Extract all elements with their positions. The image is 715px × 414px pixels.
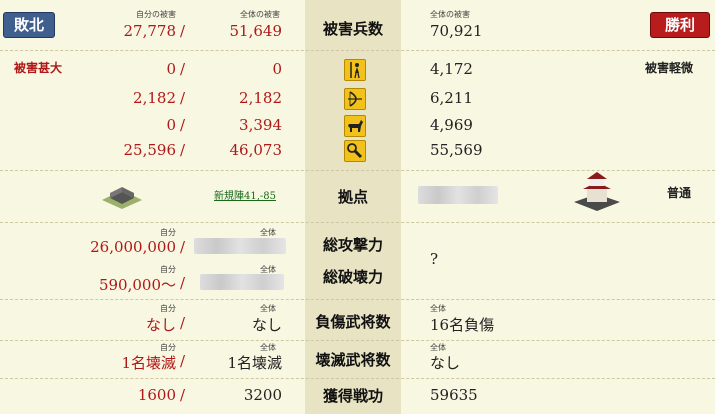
own-damage-value: 27,778 [123, 22, 177, 40]
total-tag: 全体 [260, 304, 276, 313]
enemy-damage-caption: 全体の被害 [430, 10, 470, 19]
enemy-loss: 55,569 [430, 141, 483, 159]
spear-icon [344, 59, 366, 81]
slash: / [180, 60, 186, 78]
own-loss: 0 [166, 116, 176, 134]
attack-value: 26,000,000 [90, 238, 176, 256]
slash: / [180, 238, 186, 256]
own-merit: 1600 [137, 386, 176, 404]
base-label: 拠点 [337, 188, 368, 206]
own-camp-icon [100, 180, 144, 210]
own-loss: 2,182 [133, 89, 176, 107]
separator [0, 222, 715, 223]
separator [0, 299, 715, 300]
total-loss: 0 [272, 60, 282, 78]
slash: / [180, 141, 186, 159]
own-loss: 0 [166, 60, 176, 78]
total-loss: 3,394 [239, 116, 282, 134]
enemy-loss: 4,969 [430, 116, 473, 134]
self-tag: 自分 [160, 228, 176, 237]
enemy-destroyed: なし [430, 354, 461, 372]
destroy-value: 590,000～ [98, 276, 176, 294]
enemy-castle-icon [572, 168, 622, 212]
destroy-label: 総破壊力 [322, 268, 383, 286]
total-destroyed: 1名壊滅 [227, 354, 282, 372]
total-damage-caption: 全体の被害 [240, 10, 280, 19]
total-injured: なし [251, 316, 282, 334]
slash: / [180, 22, 186, 40]
slash: / [180, 352, 186, 370]
destroyed-label: 壊滅武将数 [315, 351, 391, 369]
enemy-damage-value: 70,921 [430, 22, 483, 40]
injured-label: 負傷武将数 [315, 313, 391, 331]
total-merit: 3200 [243, 386, 282, 404]
slash: / [180, 386, 186, 404]
victory-badge: 勝利 [650, 12, 710, 38]
self-tag: 自分 [160, 304, 176, 313]
slash: / [180, 274, 186, 292]
bow-icon [344, 88, 366, 110]
horse-icon [344, 115, 366, 137]
slash: / [180, 89, 186, 107]
enemy-base-name-redacted [418, 186, 498, 204]
own-injured: なし [145, 316, 176, 334]
own-base-link[interactable]: 新規陣41,-85 [214, 187, 276, 202]
damage-title: 被害兵数 [322, 20, 383, 38]
separator [0, 340, 715, 341]
attack-label: 総攻撃力 [322, 236, 383, 254]
separator [0, 378, 715, 379]
merit-label: 獲得戦功 [322, 387, 383, 405]
right-status: 被害軽微 [645, 61, 694, 75]
own-destroyed: 1名壊滅 [121, 354, 176, 372]
enemy-injured: 16名負傷 [430, 316, 495, 334]
left-status: 被害甚大 [14, 61, 63, 75]
siege-icon [344, 140, 366, 162]
total-attack-redacted [194, 238, 286, 254]
enemy-merit: 59635 [430, 386, 478, 404]
defeat-badge: 敗北 [3, 12, 55, 38]
enemy-loss: 4,172 [430, 60, 473, 78]
total-loss: 2,182 [239, 89, 282, 107]
enemy-loss: 6,211 [430, 89, 473, 107]
own-damage-caption: 自分の被害 [136, 10, 176, 19]
total-damage-value: 51,649 [229, 22, 283, 40]
total-loss: 46,073 [229, 141, 283, 159]
enemy-tag: 全体 [430, 304, 446, 313]
slash: / [180, 314, 186, 332]
enemy-base-status: 普通 [667, 186, 692, 200]
total-destroy-redacted [200, 274, 284, 290]
total-tag: 全体 [260, 228, 276, 237]
own-loss: 25,596 [123, 141, 177, 159]
slash: / [180, 116, 186, 134]
separator [0, 50, 715, 51]
enemy-power-unknown: ? [430, 250, 439, 268]
